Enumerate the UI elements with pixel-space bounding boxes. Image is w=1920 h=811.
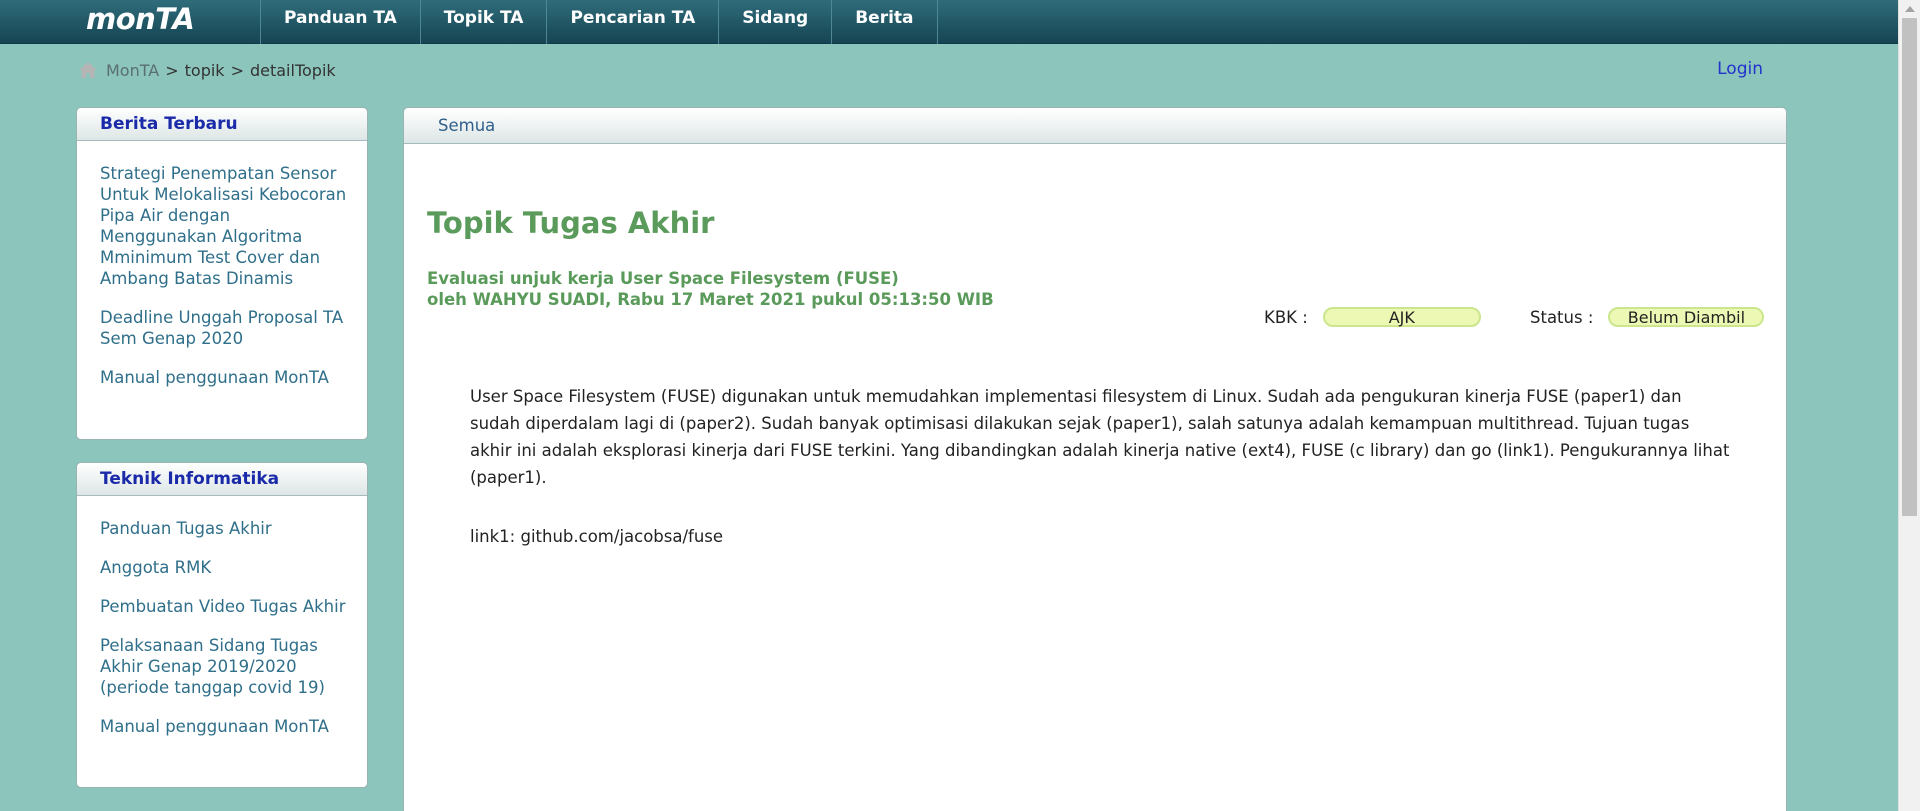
nav-topik-ta[interactable]: Topik TA xyxy=(419,0,547,44)
topic-meta: Evaluasi unjuk kerja User Space Filesyst… xyxy=(427,268,994,310)
topic-link: link1: github.com/jacobsa/fuse xyxy=(470,527,724,546)
dept-item[interactable]: Panduan Tugas Akhir xyxy=(100,518,349,539)
breadcrumb-topik[interactable]: topik xyxy=(185,61,225,80)
home-icon[interactable] xyxy=(78,61,98,79)
news-item[interactable]: Strategi Penempatan Sensor Untuk Melokal… xyxy=(100,163,349,289)
status-field: Status : Belum Diambil xyxy=(1530,307,1765,327)
dept-item[interactable]: Manual penggunaan MonTA xyxy=(100,716,349,737)
kbk-badge: AJK xyxy=(1322,307,1481,327)
dept-list: Panduan Tugas Akhir Anggota RMK Pembuata… xyxy=(77,496,367,737)
topic-description: User Space Filesystem (FUSE) digunakan u… xyxy=(470,387,1730,487)
breadcrumb-monta[interactable]: MonTA xyxy=(106,61,159,80)
breadcrumb-detail-topik: detailTopik xyxy=(249,60,336,80)
nav-pencarian-ta[interactable]: Pencarian TA xyxy=(546,0,718,44)
breadcrumb-separator: > xyxy=(165,60,179,80)
topic-name: Evaluasi unjuk kerja User Space Filesyst… xyxy=(427,269,899,288)
dept-item[interactable]: Pembuatan Video Tugas Akhir xyxy=(100,596,349,617)
news-list: Strategi Penempatan Sensor Untuk Melokal… xyxy=(77,141,367,388)
main-nav: Panduan TA Topik TA Pencarian TA Sidang … xyxy=(260,0,938,44)
kbk-label: KBK : xyxy=(1264,307,1308,327)
scroll-up-arrow-icon[interactable] xyxy=(1905,6,1915,12)
news-panel: Berita Terbaru Strategi Penempatan Senso… xyxy=(76,107,368,440)
scrollbar-thumb[interactable] xyxy=(1902,18,1917,516)
status-label: Status : xyxy=(1530,307,1594,327)
dept-panel: Teknik Informatika Panduan Tugas Akhir A… xyxy=(76,462,368,788)
dept-item[interactable]: Anggota RMK xyxy=(100,557,349,578)
site-logo[interactable]: monTA xyxy=(86,2,195,36)
tab-semua[interactable]: Semua xyxy=(438,116,495,135)
news-panel-title: Berita Terbaru xyxy=(77,108,367,141)
status-badge: Belum Diambil xyxy=(1608,307,1765,327)
nav-sidang[interactable]: Sidang xyxy=(718,0,831,44)
dept-panel-title: Teknik Informatika xyxy=(77,463,367,496)
news-item[interactable]: Deadline Unggah Proposal TA Sem Genap 20… xyxy=(100,307,349,349)
topic-byline: oleh WAHYU SUADI, Rabu 17 Maret 2021 puk… xyxy=(427,290,994,309)
tab-bar: Semua xyxy=(404,108,1786,144)
login-link[interactable]: Login xyxy=(1717,59,1763,79)
nav-berita[interactable]: Berita xyxy=(831,0,938,44)
page-title: Topik Tugas Akhir xyxy=(427,206,715,240)
kbk-field: KBK : AJK xyxy=(1264,307,1481,327)
dept-item[interactable]: Pelaksanaan Sidang Tugas Akhir Genap 201… xyxy=(100,635,349,698)
breadcrumb: MonTA > topik > detailTopik xyxy=(78,59,336,81)
breadcrumb-separator: > xyxy=(230,60,244,80)
topic-detail-panel: Semua Topik Tugas Akhir Evaluasi unjuk k… xyxy=(403,107,1787,811)
nav-panduan-ta[interactable]: Panduan TA xyxy=(260,0,420,44)
page-scrollbar[interactable] xyxy=(1898,0,1920,811)
news-item[interactable]: Manual penggunaan MonTA xyxy=(100,367,349,388)
top-nav-bar: monTA Panduan TA Topik TA Pencarian TA S… xyxy=(0,0,1898,44)
